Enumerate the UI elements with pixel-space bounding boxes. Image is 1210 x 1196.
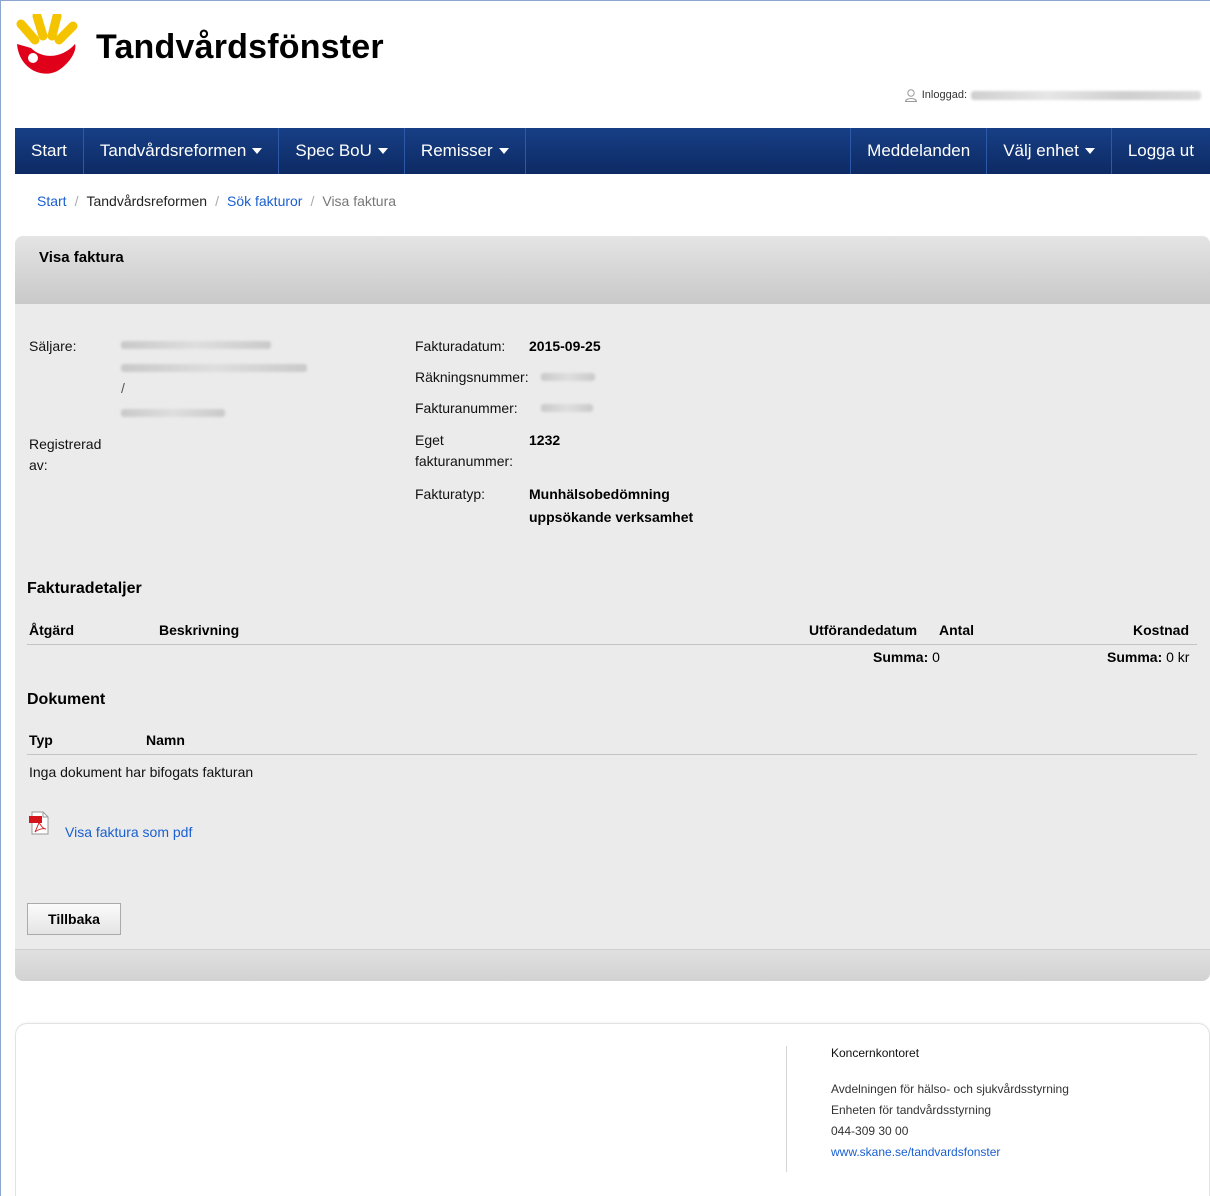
invoice-panel: Visa faktura Säljare: / Registrerad av: … xyxy=(15,236,1210,981)
logged-in-user-redacted xyxy=(971,90,1201,100)
col-kostnad: Kostnad xyxy=(1133,622,1189,638)
documents-header-rule xyxy=(27,754,1197,755)
seller-city-redacted xyxy=(121,409,225,417)
bill-number-redacted xyxy=(541,373,595,381)
col-antal: Antal xyxy=(939,622,974,638)
sum-cost: Summa: 0 kr xyxy=(1107,649,1190,665)
chevron-down-icon xyxy=(498,148,509,154)
user-icon xyxy=(904,89,917,102)
back-button[interactable]: Tillbaka xyxy=(27,903,121,935)
col-utforandedatum: Utförandedatum xyxy=(809,622,918,638)
seller-name-redacted xyxy=(121,341,271,349)
nav-start[interactable]: Start xyxy=(15,128,84,174)
breadcrumb-start[interactable]: Start xyxy=(37,193,67,209)
logged-in-info: Inloggad: xyxy=(904,88,1201,102)
seller-label: Säljare: xyxy=(29,338,77,354)
details-title: Fakturadetaljer xyxy=(27,580,142,597)
documents-title: Dokument xyxy=(27,691,106,708)
logged-in-label: Inloggad: xyxy=(921,89,967,101)
sum-count: Summa: 0 xyxy=(873,649,940,665)
invoice-date-label: Fakturadatum: xyxy=(415,338,506,354)
col-namn: Namn xyxy=(146,732,185,748)
breadcrumb-separator: / xyxy=(74,193,79,209)
nav-logga-ut[interactable]: Logga ut xyxy=(1112,128,1210,174)
invoice-type-label: Fakturatyp: xyxy=(415,486,486,502)
invoice-number-redacted xyxy=(541,404,593,412)
footer-department: Avdelningen för hälso- och sjukvårdsstyr… xyxy=(831,1082,1069,1096)
registered-label: Registrerad av: xyxy=(29,436,102,473)
invoice-number-label: Fakturanummer: xyxy=(415,400,518,416)
chevron-down-icon xyxy=(377,148,388,154)
nav-valj-enhet[interactable]: Välj enhet xyxy=(987,128,1112,174)
footer-phone: 044-309 30 00 xyxy=(831,1124,909,1138)
footer-org: Koncernkontoret xyxy=(831,1046,920,1060)
panel-title: Visa faktura xyxy=(15,236,1210,304)
breadcrumb-separator: / xyxy=(215,193,219,209)
invoice-type-value: Munhälsobedömning uppsökande verksamhet xyxy=(529,486,694,525)
chevron-down-icon xyxy=(1084,148,1095,154)
breadcrumb-tandvardsreformen: Tandvårdsreformen xyxy=(86,193,208,209)
own-invoice-number-value: 1232 xyxy=(529,432,561,448)
page-footer: Koncernkontoret Avdelningen för hälso- o… xyxy=(15,1023,1210,1196)
panel-footer-bar xyxy=(15,949,1210,981)
col-typ: Typ xyxy=(29,732,53,748)
invoice-date-value: 2015-09-25 xyxy=(529,338,601,354)
col-atgard: Åtgärd xyxy=(29,622,75,638)
breadcrumb-separator: / xyxy=(310,193,315,209)
no-documents-text: Inga dokument har bifogats fakturan xyxy=(29,764,254,780)
nav-spec-bou[interactable]: Spec BoU xyxy=(279,128,405,174)
footer-unit: Enheten för tandvårdsstyrning xyxy=(831,1103,992,1117)
seller-line3: / xyxy=(121,380,125,396)
header: Tandvårdsfönster Inloggad: xyxy=(1,0,1210,125)
nav-meddelanden[interactable]: Meddelanden xyxy=(851,128,988,174)
details-header-rule xyxy=(27,644,1197,645)
skane-logo-icon xyxy=(16,14,78,74)
nav-remisser[interactable]: Remisser xyxy=(405,128,526,174)
main-nav: Start Tandvårdsreformen Spec BoU Remisse… xyxy=(15,128,1210,174)
bill-number-label: Räkningsnummer: xyxy=(415,369,529,385)
footer-divider xyxy=(786,1046,787,1172)
breadcrumb: Start / Tandvårdsreformen / Sök fakturor… xyxy=(37,193,396,209)
pdf-icon xyxy=(29,811,49,835)
breadcrumb-current: Visa faktura xyxy=(322,193,397,209)
site-title: Tandvårdsfönster xyxy=(96,28,384,66)
nav-tandvardsreformen[interactable]: Tandvårdsreformen xyxy=(84,128,280,174)
nav-spacer xyxy=(526,128,852,174)
show-pdf-link[interactable]: Visa faktura som pdf xyxy=(65,824,192,840)
chevron-down-icon xyxy=(252,148,263,154)
breadcrumb-sok-fakturor[interactable]: Sök fakturor xyxy=(227,193,302,209)
footer-website-link[interactable]: www.skane.se/tandvardsfonster xyxy=(831,1145,1000,1159)
seller-id-redacted xyxy=(121,364,307,372)
col-beskrivning: Beskrivning xyxy=(159,622,240,638)
own-invoice-number-label: Eget fakturanummer: xyxy=(415,432,514,469)
